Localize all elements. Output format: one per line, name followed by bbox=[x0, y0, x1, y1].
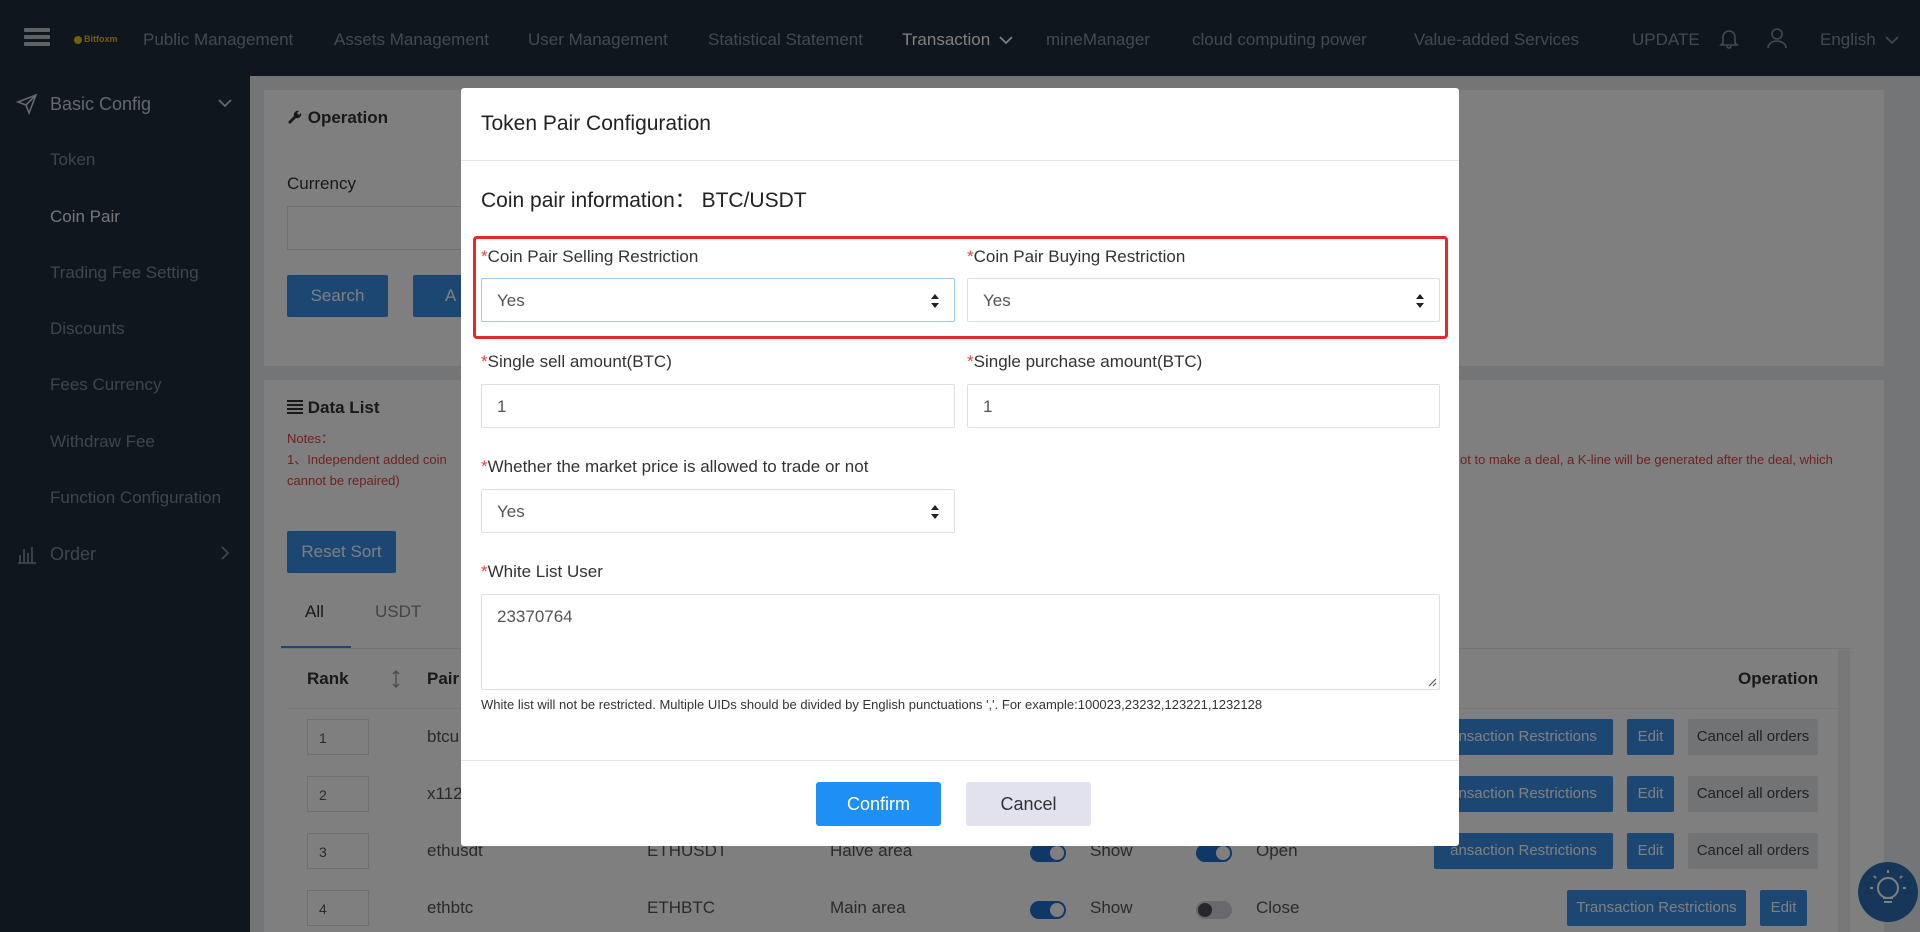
white-list-user-label: *White List User bbox=[481, 562, 603, 581]
sell-restriction-label: *Coin Pair Selling Restriction bbox=[481, 247, 699, 266]
market-price-trade-label: *Whether the market price is allowed to … bbox=[481, 457, 869, 476]
buy-restriction-select[interactable]: Yes bbox=[967, 278, 1440, 322]
market-price-trade-select[interactable]: Yes bbox=[481, 489, 955, 533]
single-purchase-amount-input[interactable]: 1 bbox=[967, 384, 1440, 428]
modal-header-divider bbox=[461, 160, 1459, 161]
single-sell-amount-input[interactable]: 1 bbox=[481, 384, 955, 428]
cancel-button[interactable]: Cancel bbox=[966, 782, 1091, 826]
modal-title: Token Pair Configuration bbox=[481, 112, 711, 135]
single-sell-amount-label: *Single sell amount(BTC) bbox=[481, 352, 672, 371]
white-list-user-textarea[interactable]: 23370764 bbox=[481, 594, 1440, 690]
select-arrows-icon bbox=[1416, 294, 1424, 308]
coin-pair-info: Coin pair information： BTC/USDT bbox=[481, 189, 807, 212]
single-purchase-amount-label: *Single purchase amount(BTC) bbox=[967, 352, 1203, 371]
white-list-hint: White list will not be restricted. Multi… bbox=[481, 697, 1263, 712]
buy-restriction-label: *Coin Pair Buying Restriction bbox=[967, 247, 1186, 266]
select-arrows-icon bbox=[931, 294, 939, 308]
modal-footer-divider bbox=[461, 760, 1459, 761]
resize-handle-icon[interactable] bbox=[1427, 677, 1437, 687]
confirm-button[interactable]: Confirm bbox=[816, 782, 941, 826]
select-arrows-icon bbox=[931, 505, 939, 519]
sell-restriction-select[interactable]: Yes bbox=[481, 278, 955, 322]
token-pair-config-modal: Token Pair Configuration Coin pair infor… bbox=[461, 88, 1459, 846]
